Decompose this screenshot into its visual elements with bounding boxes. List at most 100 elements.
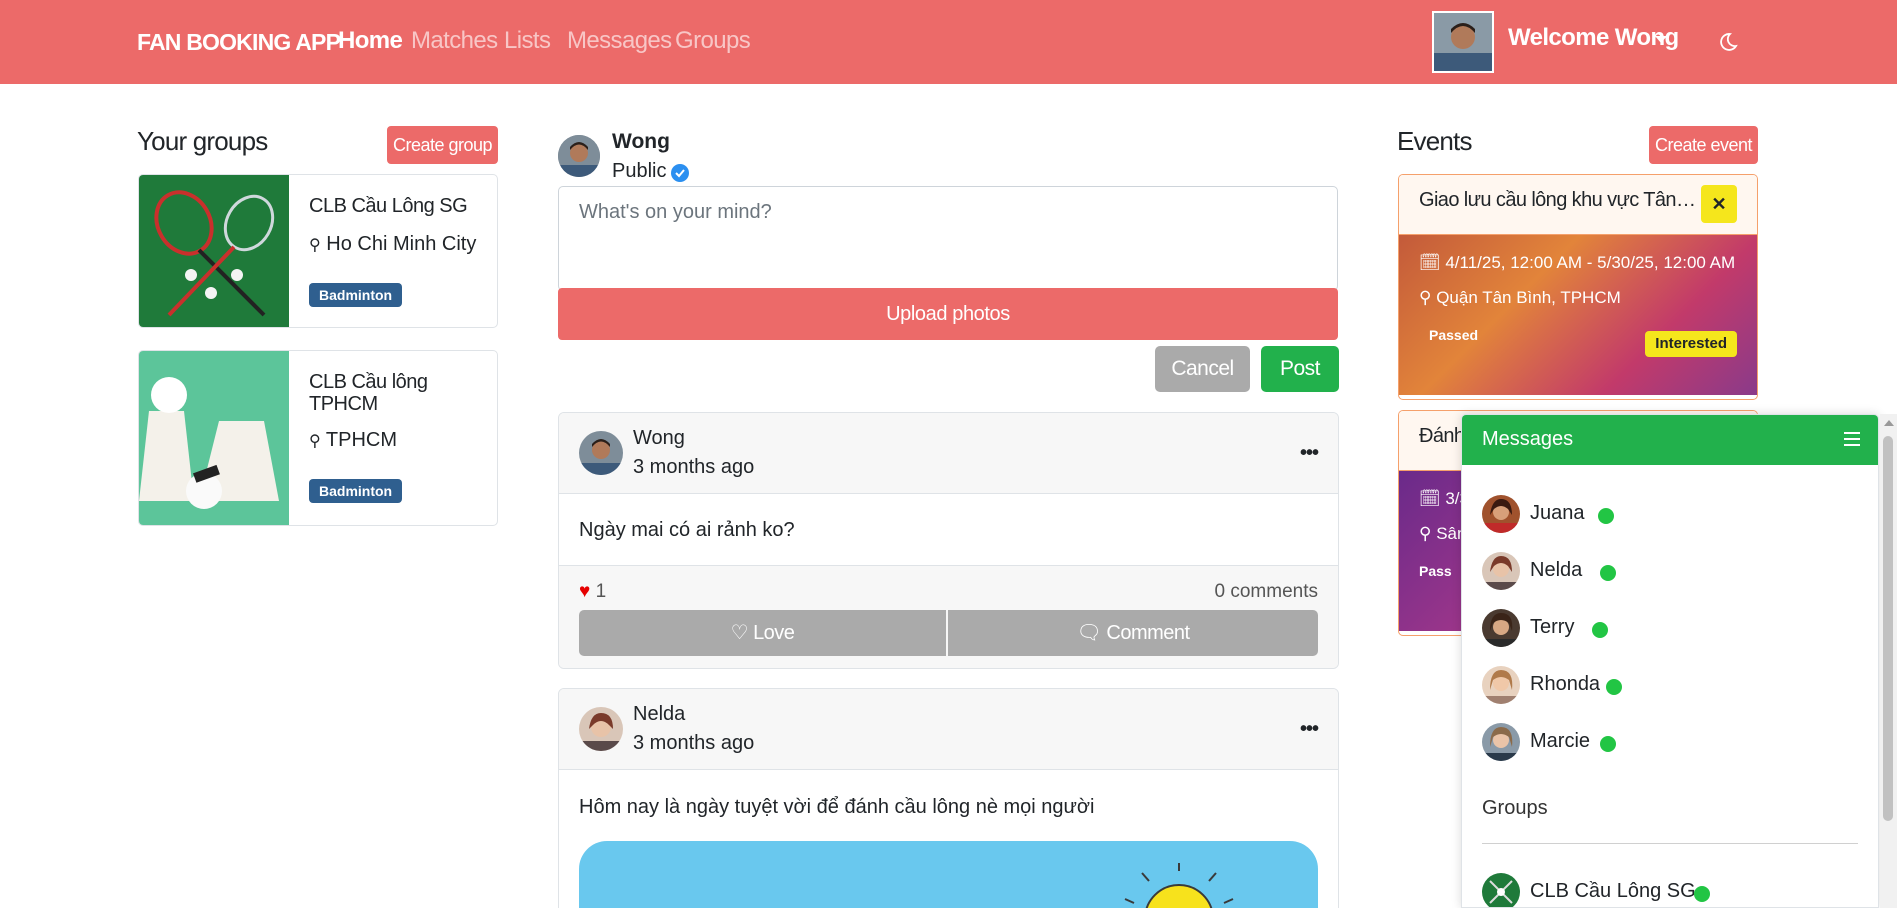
contact-name: Rhonda [1530,673,1601,695]
nav-messages[interactable]: Messages [567,27,672,55]
online-status-icon [1600,565,1616,581]
nav-home[interactable]: Home [338,27,403,55]
composer-avatar [558,135,600,177]
group-image [139,351,289,525]
comment-count[interactable]: 0 comments [1215,581,1318,603]
contact-name: Nelda [1530,559,1583,581]
composer-username: Wong [612,130,670,153]
post-timestamp: 3 months ago [633,732,755,754]
contact-name: Terry [1530,616,1575,638]
nav-groups[interactable]: Groups [675,27,751,55]
group-location: ⚲ TPHCM [309,429,398,451]
event-location: ⚲ Quận Tân Bình, TPHCM [1419,288,1621,307]
post-card: Wong 3 months ago ••• Ngày mai có ai rản… [558,412,1339,669]
comment-icon: 🗨︎ [1076,622,1102,644]
scrollbar-thumb[interactable] [1883,436,1893,821]
groups-section-label: Groups [1482,797,1548,819]
group-chat-name: CLB Cầu Lông SG [1530,880,1696,902]
group-image [139,175,289,327]
avatar[interactable] [579,431,623,475]
upload-photos-button[interactable]: Upload photos [558,288,1338,340]
map-pin-icon: ⚲ [309,433,321,450]
scroll-up-icon[interactable] [1884,420,1894,426]
cancel-button[interactable]: Cancel [1155,346,1250,392]
group-card[interactable]: CLB Cầu Lông SG ⚲ Ho Chi Minh City Badmi… [138,174,498,328]
online-status-icon [1592,622,1608,638]
events-title: Events [1397,126,1472,156]
group-avatar [1482,873,1520,907]
post-textarea[interactable]: What's on your mind? [558,186,1338,291]
contact-name: Juana [1530,502,1585,524]
event-location: ⚲ Sân [1419,524,1467,543]
post-button[interactable]: Post [1261,346,1339,392]
user-avatar[interactable] [1432,11,1494,73]
group-tag-badge: Badminton [309,283,403,307]
event-status: Pass [1419,563,1452,579]
comment-button[interactable]: 🗨︎ Comment [948,610,1318,656]
event-card[interactable]: Giao lưu cầu lông khu vực Tân Bì... ✕ 🗓︎… [1398,174,1758,400]
love-button[interactable]: ♡ Love [579,610,946,656]
map-pin-icon: ⚲ [1419,524,1432,543]
calendar-icon: 🗓︎ [1419,489,1441,508]
more-options-icon[interactable]: ••• [1300,719,1319,739]
post-timestamp: 3 months ago [633,456,755,478]
event-dates: 🗓︎ 4/11/25, 12:00 AM - 5/30/25, 12:00 AM [1419,253,1736,272]
messages-panel: Messages Juana Nelda Terry Rhonda Marcie… [1461,414,1879,908]
post-footer: ♥ 1 0 comments ♡ Love 🗨︎ Comment [559,565,1338,668]
nav-lists[interactable]: Lists [504,27,551,55]
post-author[interactable]: Nelda [633,703,685,726]
top-navbar: FAN BOOKING APP Home Matches Lists Messa… [0,0,1897,84]
event-title[interactable]: Giao lưu cầu lông khu vực Tân Bì... [1419,189,1699,212]
create-group-button[interactable]: Create group [387,126,498,164]
post-image[interactable] [579,841,1318,908]
brand-logo[interactable]: FAN BOOKING APP [137,29,341,56]
online-status-icon [1598,508,1614,524]
post-author[interactable]: Wong [633,427,685,450]
group-name: CLB Cầu lông TPHCM [309,371,428,415]
online-status-icon [1694,886,1710,902]
more-options-icon[interactable]: ••• [1300,443,1319,463]
avatar[interactable] [579,707,623,751]
heart-outline-icon: ♡ [730,622,749,644]
avatar [1482,609,1520,647]
event-status: Passed [1429,327,1479,343]
messages-title: Messages [1482,428,1574,450]
interested-badge[interactable]: Interested [1645,331,1737,357]
map-pin-icon: ⚲ [309,237,321,254]
online-status-icon [1606,679,1622,695]
welcome-dropdown[interactable]: Welcome Wong [1508,24,1679,52]
avatar [1482,666,1520,704]
like-count: ♥ 1 [579,581,607,602]
post-header: Nelda 3 months ago ••• [559,689,1338,770]
moon-icon[interactable] [1718,32,1738,52]
event-card-header: Giao lưu cầu lông khu vực Tân Bì... ✕ [1399,175,1757,235]
avatar [1482,552,1520,590]
avatar [1482,495,1520,533]
scrollbar[interactable] [1880,414,1897,908]
online-status-icon [1600,736,1616,752]
post-header: Wong 3 months ago ••• [559,413,1338,494]
heart-icon: ♥ [579,581,591,602]
event-banner: 🗓︎ 4/11/25, 12:00 AM - 5/30/25, 12:00 AM… [1399,235,1757,395]
menu-icon[interactable] [1844,432,1860,446]
post-content: Ngày mai có ai rảnh ko? [579,519,795,541]
nav-matches[interactable]: Matches [411,27,498,55]
group-card[interactable]: CLB Cầu lông TPHCM ⚲ TPHCM Badminton [138,350,498,526]
messages-header[interactable]: Messages [1462,415,1878,465]
sun-illustration [1124,863,1234,908]
chevron-down-icon[interactable] [1655,36,1667,43]
groups-title: Your groups [137,126,268,156]
visibility-label[interactable]: Public [612,160,666,183]
post-content: Hôm nay là ngày tuyệt vời để đánh cầu lô… [579,796,1095,818]
close-icon[interactable]: ✕ [1701,185,1737,223]
contact-name: Marcie [1530,730,1591,752]
create-event-button[interactable]: Create event [1649,126,1758,164]
group-location: ⚲ Ho Chi Minh City [309,233,477,255]
map-pin-icon: ⚲ [1419,288,1432,307]
group-tag-badge: Badminton [309,479,403,503]
verified-icon [671,164,689,182]
group-name: CLB Cầu Lông SG [309,195,468,217]
calendar-icon: 🗓︎ [1419,253,1441,272]
divider [1482,843,1858,844]
post-card: Nelda 3 months ago ••• Hôm nay là ngày t… [558,688,1339,908]
